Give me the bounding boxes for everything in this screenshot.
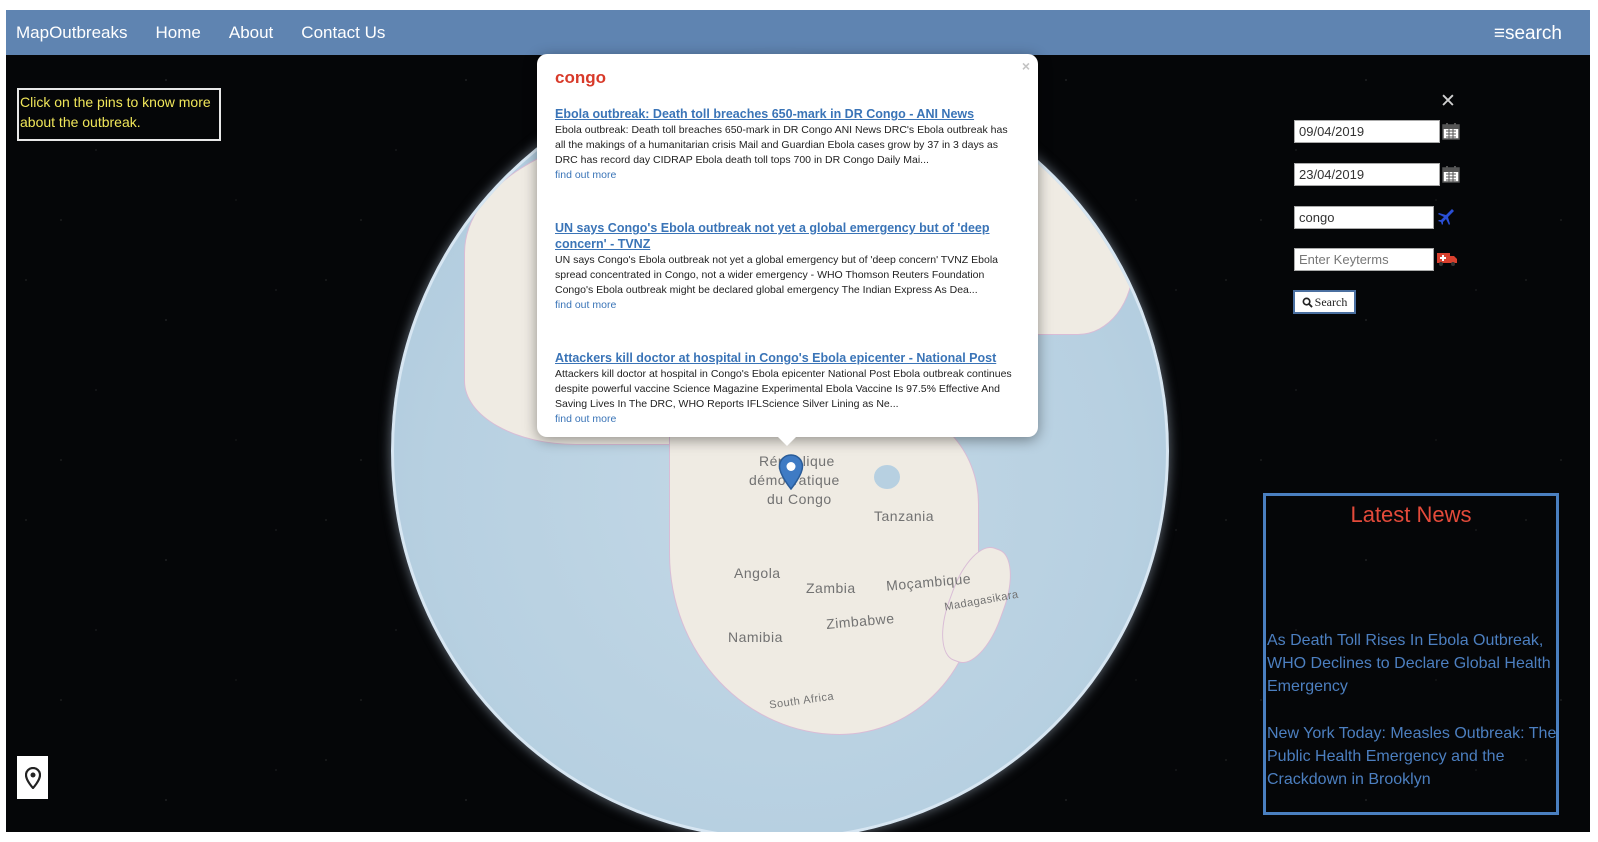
article-item: Attackers kill doctor at hospital in Con…: [555, 350, 1020, 426]
calendar-icon[interactable]: [1442, 165, 1460, 183]
find-out-more-link[interactable]: find out more: [555, 412, 1020, 426]
search-panel-close-button[interactable]: ✕: [1440, 90, 1456, 113]
search-button-label: Search: [1314, 294, 1348, 309]
article-description: Attackers kill doctor at hospital in Con…: [555, 368, 1012, 410]
article-title-link[interactable]: Attackers kill doctor at hospital in Con…: [555, 350, 1020, 366]
article-description: Ebola outbreak: Death toll breaches 650-…: [555, 124, 1008, 166]
article-description: UN says Congo's Ebola outbreak not yet a…: [555, 254, 998, 296]
map-label-du-congo: du Congo: [767, 491, 832, 507]
ambulance-icon: [1437, 253, 1457, 266]
article-title-link[interactable]: Ebola outbreak: Death toll breaches 650-…: [555, 106, 1020, 122]
map-label-angola: Angola: [734, 565, 781, 581]
latest-news-title: Latest News: [1350, 502, 1472, 527]
news-item-link[interactable]: New York Today: Measles Outbreak: The Pu…: [1267, 722, 1559, 791]
outbreak-pin-marker[interactable]: [778, 454, 804, 490]
find-out-more-link[interactable]: find out more: [555, 168, 1020, 182]
popup-tip: [777, 436, 797, 446]
keyterms-field[interactable]: [1294, 248, 1434, 271]
search-button[interactable]: Search: [1293, 290, 1356, 314]
locate-me-button[interactable]: [17, 756, 48, 799]
outbreak-popup: × congo Ebola outbreak: Death toll breac…: [537, 54, 1038, 437]
map-marker-icon: [24, 766, 41, 789]
end-date-field[interactable]: [1294, 163, 1440, 186]
brand-link[interactable]: MapOutbreaks: [16, 23, 128, 43]
map-label-namibia: Namibia: [728, 629, 783, 645]
map-label-tanzania: Tanzania: [874, 508, 935, 524]
nav-contact-link[interactable]: Contact Us: [301, 23, 385, 43]
nav-about-link[interactable]: About: [229, 23, 273, 43]
search-menu-toggle[interactable]: ≡search: [1494, 23, 1562, 45]
nav-home-link[interactable]: Home: [156, 23, 201, 43]
popup-title: congo: [555, 68, 606, 87]
lake-victoria: [874, 465, 900, 489]
latest-news-panel: Latest News As Death Toll Rises In Ebola…: [1263, 493, 1559, 815]
navbar: MapOutbreaks Home About Contact Us ≡sear…: [6, 10, 1590, 55]
article-item: Ebola outbreak: Death toll breaches 650-…: [555, 106, 1020, 182]
article-title-link[interactable]: UN says Congo's Ebola outbreak not yet a…: [555, 220, 1020, 252]
map-hint-box: Click on the pins to know more about the…: [17, 88, 221, 141]
location-field[interactable]: [1294, 206, 1434, 229]
calendar-icon[interactable]: [1442, 122, 1460, 140]
search-icon: [1302, 297, 1313, 308]
app-frame: MapOutbreaks Home About Contact Us ≡sear…: [6, 10, 1590, 832]
airplane-icon: [1438, 209, 1454, 225]
article-item: UN says Congo's Ebola outbreak not yet a…: [555, 220, 1020, 312]
start-date-field[interactable]: [1294, 120, 1440, 143]
find-out-more-link[interactable]: find out more: [555, 298, 1020, 312]
popup-close-button[interactable]: ×: [1022, 58, 1030, 74]
news-item-link[interactable]: As Death Toll Rises In Ebola Outbreak, W…: [1267, 629, 1559, 698]
map-label-zambia: Zambia: [806, 580, 856, 596]
